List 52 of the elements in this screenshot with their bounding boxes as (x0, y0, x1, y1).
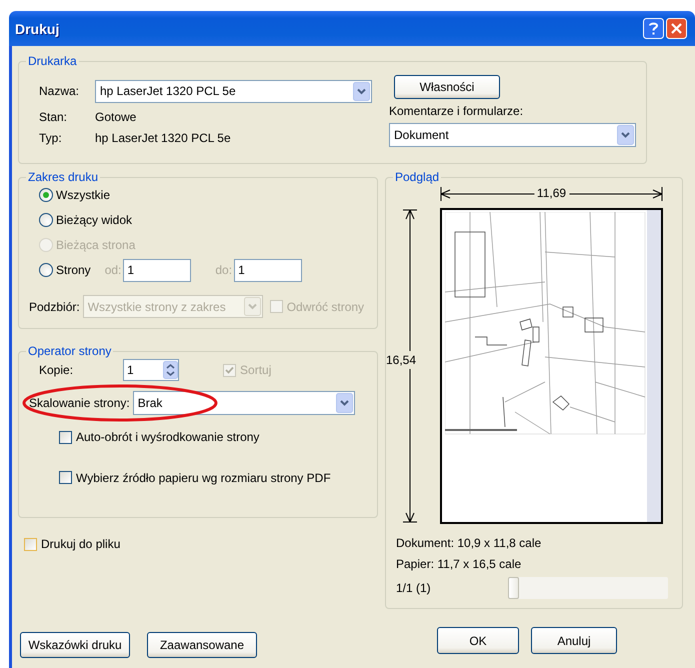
field-value: hp LaserJet 1320 PCL 5e (95, 131, 232, 146)
window-title: Drukuj (15, 20, 60, 36)
radio-label: Bieżąca strona (56, 238, 136, 252)
group-title: Drukarka (27, 54, 78, 68)
field-label: Kopie: (39, 363, 74, 377)
field-label: od: (104, 263, 122, 277)
checkbox[interactable] (59, 471, 72, 484)
group-title: Operator strony (27, 344, 112, 358)
field-value: Gotowe (95, 110, 138, 124)
group-title: Zakres druku (27, 170, 100, 184)
page-counter: 1/1 (1) (396, 581, 431, 595)
radio-button[interactable] (39, 188, 53, 202)
field-label: Nazwa: (39, 84, 80, 98)
field-label: Komentarze i formularze: (389, 104, 524, 118)
page-to-field[interactable]: 1 (234, 258, 302, 282)
slider-thumb[interactable] (508, 577, 519, 599)
document-size-text: Dokument: 10,9 x 11,8 cale (396, 536, 542, 550)
width-value: 11,69 (534, 186, 570, 200)
group-title: Podgląd (394, 170, 440, 184)
radio-label: Strony (56, 263, 91, 277)
paper-size-text: Papier: 11,7 x 16,5 cale (396, 557, 522, 571)
field-label: Typ: (39, 131, 63, 146)
checkbox-label: Odwróć strony (286, 300, 364, 314)
field-label: do: (215, 263, 232, 277)
ok-button[interactable]: OK (437, 627, 519, 654)
radio-label: Wszystkie (56, 188, 110, 202)
page-from-field[interactable]: 1 (123, 258, 192, 282)
cancel-button[interactable]: Anuluj (531, 627, 617, 654)
radio-label: Bieżący widok (56, 213, 132, 227)
print-tips-button[interactable]: Wskazówki druku (20, 632, 130, 658)
checkbox-label: Drukuj do pliku (41, 537, 120, 551)
comments-select[interactable]: Dokument (389, 123, 636, 147)
radio-button[interactable] (39, 263, 53, 277)
checkbox-label: Wybierz źródło papieru wg rozmiaru strony PDF (76, 470, 331, 484)
checkbox-label: Sortuj (240, 363, 272, 377)
radio-button[interactable] (39, 213, 53, 227)
field-label: Stan: (39, 110, 68, 124)
page-slider[interactable] (508, 577, 668, 599)
help-icon[interactable] (643, 18, 664, 39)
advanced-button[interactable]: Zaawansowane (147, 632, 257, 658)
checkbox[interactable] (24, 538, 37, 550)
copies-spinner[interactable]: 1 (123, 359, 180, 381)
properties-button[interactable]: Własności (394, 75, 500, 99)
printer-select[interactable]: hp LaserJet 1320 PCL 5e (95, 80, 372, 103)
close-icon[interactable] (666, 18, 687, 39)
field-label: Podzbiór: (29, 300, 80, 314)
field-label: Skalowanie strony: (29, 396, 130, 410)
spin-arrows-icon[interactable] (163, 361, 178, 379)
scaling-select[interactable]: Brak (132, 391, 355, 415)
height-value: 16,54 (386, 351, 416, 369)
checkbox[interactable] (59, 430, 72, 444)
checkbox-label: Auto-obrót i wyśrodkowanie strony (76, 430, 260, 444)
